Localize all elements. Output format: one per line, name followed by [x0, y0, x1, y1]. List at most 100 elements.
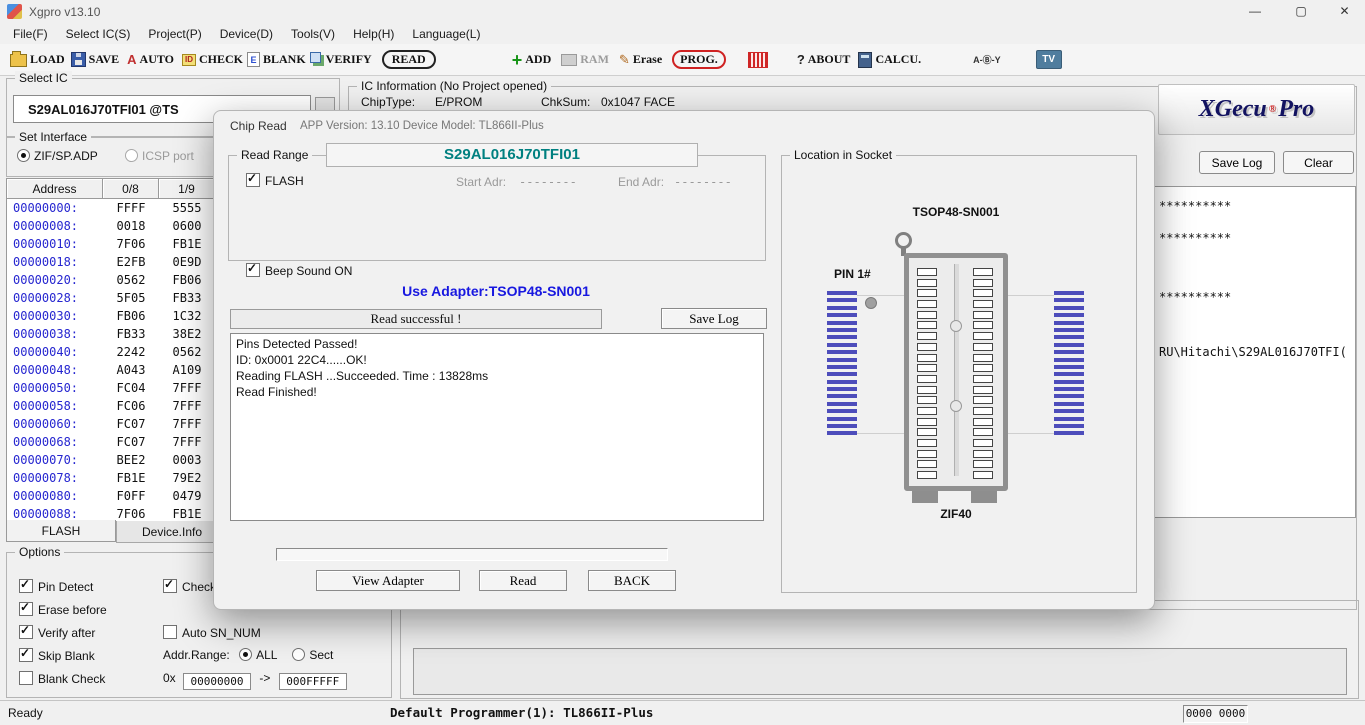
- toolbar-read-button[interactable]: READ: [380, 48, 438, 71]
- tab-device-info[interactable]: Device.Info: [116, 521, 228, 543]
- toolbar-blank-button[interactable]: E BLANK: [245, 50, 308, 69]
- back-button[interactable]: BACK: [588, 570, 676, 591]
- id-check-icon: ID: [181, 53, 196, 66]
- adapter-pin: [1054, 357, 1084, 362]
- menu-item-select-ic[interactable]: Select IC(S): [57, 25, 140, 43]
- addr-inputs-row: 0x 00000000 -> 000FFFFF: [163, 671, 347, 690]
- icsp-radio[interactable]: [125, 149, 138, 162]
- blank-check-option[interactable]: Blank Check: [19, 671, 105, 686]
- check-checkbox[interactable]: [163, 577, 177, 593]
- toolbar-about-button[interactable]: ? ABOUT: [795, 50, 853, 69]
- toolbar-icpins-button[interactable]: [746, 50, 773, 70]
- zif-radio-option[interactable]: ZIF/SP.ADP: [17, 149, 98, 163]
- menu-item-language[interactable]: Language(L): [403, 25, 489, 43]
- toolbar-logicgate-button[interactable]: A-Ⓑ-Y: [971, 51, 1006, 68]
- start-address-input[interactable]: 00000000: [183, 673, 252, 690]
- hex-address: 00000000:: [13, 201, 79, 215]
- zif-slot: [973, 268, 993, 276]
- chiptype-value: E/PROM: [435, 95, 483, 109]
- maximize-button[interactable]: ▢: [1278, 0, 1324, 23]
- toolbar-calcu-button[interactable]: CALCU.: [856, 50, 923, 70]
- icsp-radio-option[interactable]: ICSP port: [125, 149, 194, 163]
- save-log-button[interactable]: Save Log: [1199, 151, 1275, 174]
- zif-radio[interactable]: [17, 149, 30, 162]
- hex-value: 0003: [172, 453, 202, 467]
- beep-option[interactable]: Beep Sound ON: [246, 261, 352, 278]
- view-adapter-button[interactable]: View Adapter: [316, 570, 460, 591]
- menu-item-file[interactable]: File(F): [4, 25, 57, 43]
- tab-flash[interactable]: FLASH: [6, 520, 116, 542]
- pin-detect-option[interactable]: Pin Detect: [19, 577, 93, 594]
- zif-slot: [917, 406, 937, 415]
- check-label: Check: [182, 580, 217, 594]
- adapter-pin: [827, 291, 857, 295]
- verify-after-option[interactable]: Verify after: [19, 623, 95, 640]
- toolbar-verify-button[interactable]: VERIFY: [308, 50, 374, 69]
- skip-blank-option[interactable]: Skip Blank: [19, 646, 95, 663]
- verify-after-checkbox[interactable]: [19, 623, 33, 639]
- slot-col-right: [973, 268, 995, 482]
- beep-checkbox[interactable]: [246, 261, 260, 277]
- bottom-inner-panel: [413, 648, 1347, 695]
- menu-item-help[interactable]: Help(H): [344, 25, 403, 43]
- adapter-pin: [827, 379, 857, 384]
- toolbar-ram-button[interactable]: RAM: [559, 50, 611, 69]
- adapter-pin: [827, 350, 857, 355]
- flash-option[interactable]: FLASH: [246, 171, 304, 188]
- zif-slot: [917, 300, 937, 309]
- toolbar-add-button[interactable]: + ADD: [510, 50, 554, 69]
- adapter-pin: [1054, 298, 1084, 303]
- dialog-log: Pins Detected Passed! ID: 0x0001 22C4....…: [230, 333, 764, 521]
- hex-address: 00000040:: [13, 345, 79, 359]
- status-programmer: Default Programmer(1): TL866II-Plus: [390, 705, 654, 720]
- zif-socket: [904, 253, 1008, 491]
- adapter-pin: [827, 335, 857, 340]
- check-option[interactable]: Check: [163, 577, 217, 594]
- menu-item-tools[interactable]: Tools(V): [282, 25, 344, 43]
- sect-radio[interactable]: [292, 648, 306, 661]
- blank-check-checkbox[interactable]: [19, 671, 33, 685]
- xgecu-logo: XGecu ® Pro: [1158, 84, 1355, 135]
- zif-slot: [973, 364, 993, 373]
- adapter-pin: [1054, 379, 1084, 384]
- toolbar-label: ADD: [525, 52, 552, 66]
- adapter-pin: [827, 401, 857, 406]
- read-button[interactable]: Read: [479, 570, 567, 591]
- toolbar-load-button[interactable]: LOAD: [8, 50, 67, 69]
- status-bar: Ready Default Programmer(1): TL866II-Plu…: [0, 700, 1365, 725]
- menu-item-device[interactable]: Device(D): [211, 25, 282, 43]
- skip-blank-checkbox[interactable]: [19, 646, 33, 662]
- flash-checkbox[interactable]: [246, 171, 260, 187]
- auto-sn-checkbox[interactable]: [163, 625, 177, 639]
- flash-label: FLASH: [265, 174, 304, 188]
- toolbar-prog-button[interactable]: PROG.: [670, 48, 728, 71]
- toolbar-label: SAVE: [88, 52, 120, 66]
- toolbar-auto-button[interactable]: A AUTO: [125, 50, 176, 69]
- chip-name-banner: S29AL016J70TFI01: [326, 143, 698, 167]
- menu-bar: File(F) Select IC(S) Project(P) Device(D) To…: [0, 23, 1365, 44]
- auto-sn-option[interactable]: Auto SN_NUM: [163, 625, 261, 640]
- toolbar-tv-button[interactable]: TV: [1034, 48, 1067, 71]
- addr-range-all-option[interactable]: ALL: [239, 648, 277, 662]
- hex-address: 00000050:: [13, 381, 79, 395]
- erase-before-option[interactable]: Erase before: [19, 600, 107, 617]
- addr-range-sect-option[interactable]: Sect: [292, 648, 333, 662]
- toolbar-erase-button[interactable]: ✎ Erase: [617, 50, 664, 70]
- close-button[interactable]: ✕: [1324, 0, 1365, 23]
- menu-item-project[interactable]: Project(P): [139, 25, 210, 43]
- dialog-save-log-button[interactable]: Save Log: [661, 308, 767, 329]
- logo-pro: Pro: [1278, 96, 1315, 122]
- end-address-input[interactable]: 000FFFFF: [278, 673, 347, 690]
- zif-slot: [917, 449, 937, 458]
- erase-before-checkbox[interactable]: [19, 600, 33, 616]
- clear-log-button[interactable]: Clear: [1283, 151, 1354, 174]
- toolbar-save-button[interactable]: SAVE: [69, 50, 121, 69]
- toolbar-check-button[interactable]: ID CHECK: [180, 50, 245, 69]
- socket-spine: [954, 264, 959, 476]
- socket-pivot-bottom: [950, 400, 962, 412]
- all-radio[interactable]: [239, 648, 253, 661]
- pin1-label: PIN 1#: [834, 267, 871, 281]
- read-range-legend: Read Range: [237, 148, 313, 162]
- minimize-button[interactable]: —: [1232, 0, 1278, 23]
- pin-detect-checkbox[interactable]: [19, 577, 33, 593]
